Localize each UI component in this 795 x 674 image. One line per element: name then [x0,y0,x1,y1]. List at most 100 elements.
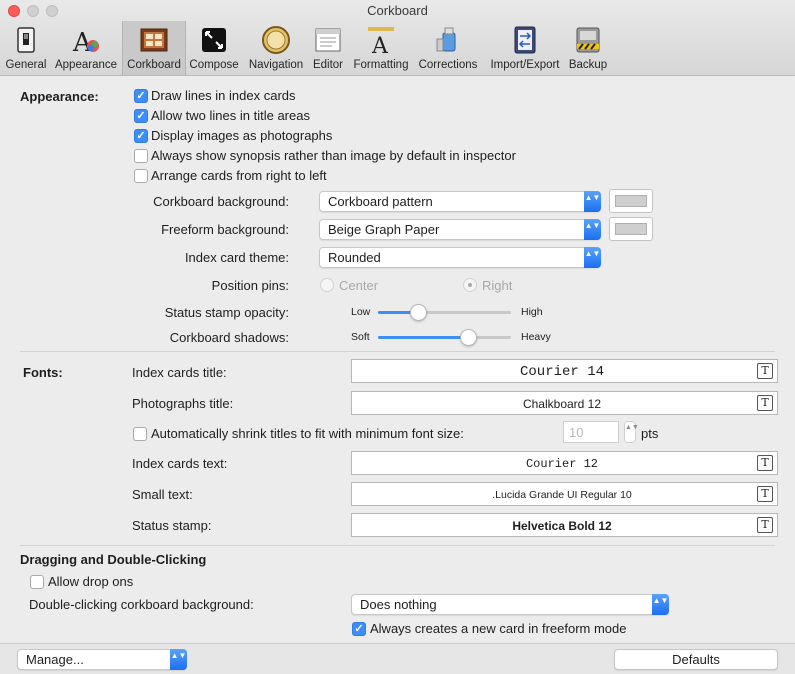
freeform-background-popup[interactable]: Beige Graph Paper ▲▼ [319,219,601,240]
corkboard-background-color-well[interactable] [609,189,653,213]
double-click-bg-popup[interactable]: Does nothing ▲▼ [351,594,669,615]
allow-two-lines-checkbox[interactable]: ✓ [134,109,148,123]
editor-icon [315,28,341,52]
compass-icon [262,26,290,54]
tab-import-export-label: Import/Export [490,59,560,71]
status-stamp-font-field[interactable]: Helvetica Bold 12 T [351,513,778,537]
corkboard-background-popup[interactable]: Corkboard pattern ▲▼ [319,191,601,212]
tab-corkboard-label: Corkboard [127,59,181,71]
min-font-size-value: 10 [569,425,584,440]
min-font-size-stepper[interactable]: ▲▼ [624,421,639,443]
tab-appearance-label: Appearance [54,59,118,71]
small-text-font-field[interactable]: .Lucida Grande UI Regular 10 T [351,482,778,506]
font-panel-icon[interactable]: T [757,517,773,533]
appearance-icon: A [72,28,99,56]
status-stamp-opacity-label: Status stamp opacity: [164,305,289,320]
color-swatch [615,223,647,235]
double-click-bg-value: Does nothing [360,597,437,612]
min-font-size-field[interactable]: 10 [563,421,619,443]
popup-arrows-icon: ▲▼ [584,247,601,268]
preferences-window: Corkboard General A Appearance Corkboard… [0,0,795,674]
section-divider [20,351,775,352]
tab-editor[interactable]: Editor [310,21,346,75]
corkboard-shadows-fill [378,336,469,339]
position-pins-right-label: Right [482,278,513,293]
popup-arrows-icon: ▲▼ [170,649,187,670]
index-cards-text-font-value: Courier 12 [525,457,598,471]
backup-icon [576,27,600,53]
display-images-checkbox[interactable]: ✓ [134,129,148,143]
opacity-max-label: High [521,306,543,318]
double-click-bg-label: Double-clicking corkboard background: [29,597,254,612]
index-cards-text-label: Index cards text: [132,456,228,471]
index-cards-title-font-field[interactable]: Courier 14 T [351,359,778,383]
min-font-size-unit: pts [641,426,659,441]
status-stamp-opacity-knob[interactable] [409,304,427,321]
photographs-title-font-value: Chalkboard 12 [522,397,602,411]
tab-formatting[interactable]: A Formatting [350,21,412,75]
display-images-label: Display images as photographs [151,128,333,143]
section-divider [20,545,775,546]
freeform-background-label: Freeform background: [161,222,289,237]
dragging-section-label: Dragging and Double-Clicking [20,552,207,567]
allow-two-lines-label: Allow two lines in title areas [151,108,310,123]
popup-arrows-icon: ▲▼ [652,594,669,615]
tab-corrections[interactable]: Corrections [414,21,482,75]
tab-corkboard[interactable]: Corkboard [122,21,186,75]
position-pins-label: Position pins: [211,278,289,293]
tab-import-export[interactable]: Import/Export [486,21,564,75]
corkboard-background-label: Corkboard background: [153,194,289,209]
allow-drop-ons-label: Allow drop ons [48,574,134,589]
font-panel-icon[interactable]: T [757,395,773,411]
tab-general[interactable]: General [2,21,50,75]
arrange-right-to-left-checkbox[interactable] [134,169,148,183]
status-stamp-label: Status stamp: [132,518,212,533]
manage-popup[interactable]: Manage... ▲▼ [17,649,187,670]
tab-general-label: General [5,59,47,71]
arrange-right-to-left-label: Arrange cards from right to left [151,168,327,183]
freeform-background-value: Beige Graph Paper [328,222,440,237]
popup-arrows-icon: ▲▼ [584,191,601,212]
draw-lines-checkbox[interactable]: ✓ [134,89,148,103]
font-panel-icon[interactable]: T [757,363,773,379]
photographs-title-font-field[interactable]: Chalkboard 12 T [351,391,778,415]
always-new-card-checkbox[interactable]: ✓ [352,622,366,636]
formatting-icon: A [368,27,394,56]
tab-corrections-label: Corrections [418,59,478,71]
tab-backup-label: Backup [568,59,608,71]
position-pins-center-radio[interactable] [320,278,334,292]
photographs-title-label: Photographs title: [132,396,234,411]
switch-icon [17,27,35,53]
index-cards-text-font-field[interactable]: Courier 12 T [351,451,778,475]
always-show-synopsis-label: Always show synopsis rather than image b… [151,148,516,163]
corkboard-shadows-knob[interactable] [460,329,478,346]
shadows-min-label: Soft [351,331,370,343]
popup-arrows-icon: ▲▼ [584,219,601,240]
corkboard-icon [140,28,168,52]
font-panel-icon[interactable]: T [757,486,773,502]
always-show-synopsis-checkbox[interactable] [134,149,148,163]
tab-backup[interactable]: Backup [566,21,610,75]
index-card-theme-value: Rounded [328,250,381,265]
freeform-background-color-well[interactable] [609,217,653,241]
svg-text:A: A [371,34,389,56]
allow-drop-ons-checkbox[interactable] [30,575,44,589]
defaults-button[interactable]: Defaults [614,649,778,670]
draw-lines-label: Draw lines in index cards [151,88,296,103]
appearance-section-label: Appearance: [20,89,99,104]
corkboard-shadows-label: Corkboard shadows: [169,330,289,345]
font-panel-icon[interactable]: T [757,455,773,471]
position-pins-right-radio[interactable] [463,278,477,292]
index-card-theme-label: Index card theme: [184,250,289,265]
tab-formatting-label: Formatting [353,59,409,71]
auto-shrink-checkbox[interactable] [133,427,147,441]
always-new-card-label: Always creates a new card in freeform mo… [370,621,627,636]
tab-compose[interactable]: Compose [188,21,240,75]
bottom-bar: Manage... ▲▼ Defaults [0,643,795,674]
tab-navigation-label: Navigation [248,59,304,71]
fonts-section-label: Fonts: [23,365,63,380]
tab-navigation[interactable]: Navigation [244,21,308,75]
tab-appearance[interactable]: A Appearance [52,21,120,75]
index-card-theme-popup[interactable]: Rounded ▲▼ [319,247,601,268]
position-pins-center-label: Center [339,278,379,293]
